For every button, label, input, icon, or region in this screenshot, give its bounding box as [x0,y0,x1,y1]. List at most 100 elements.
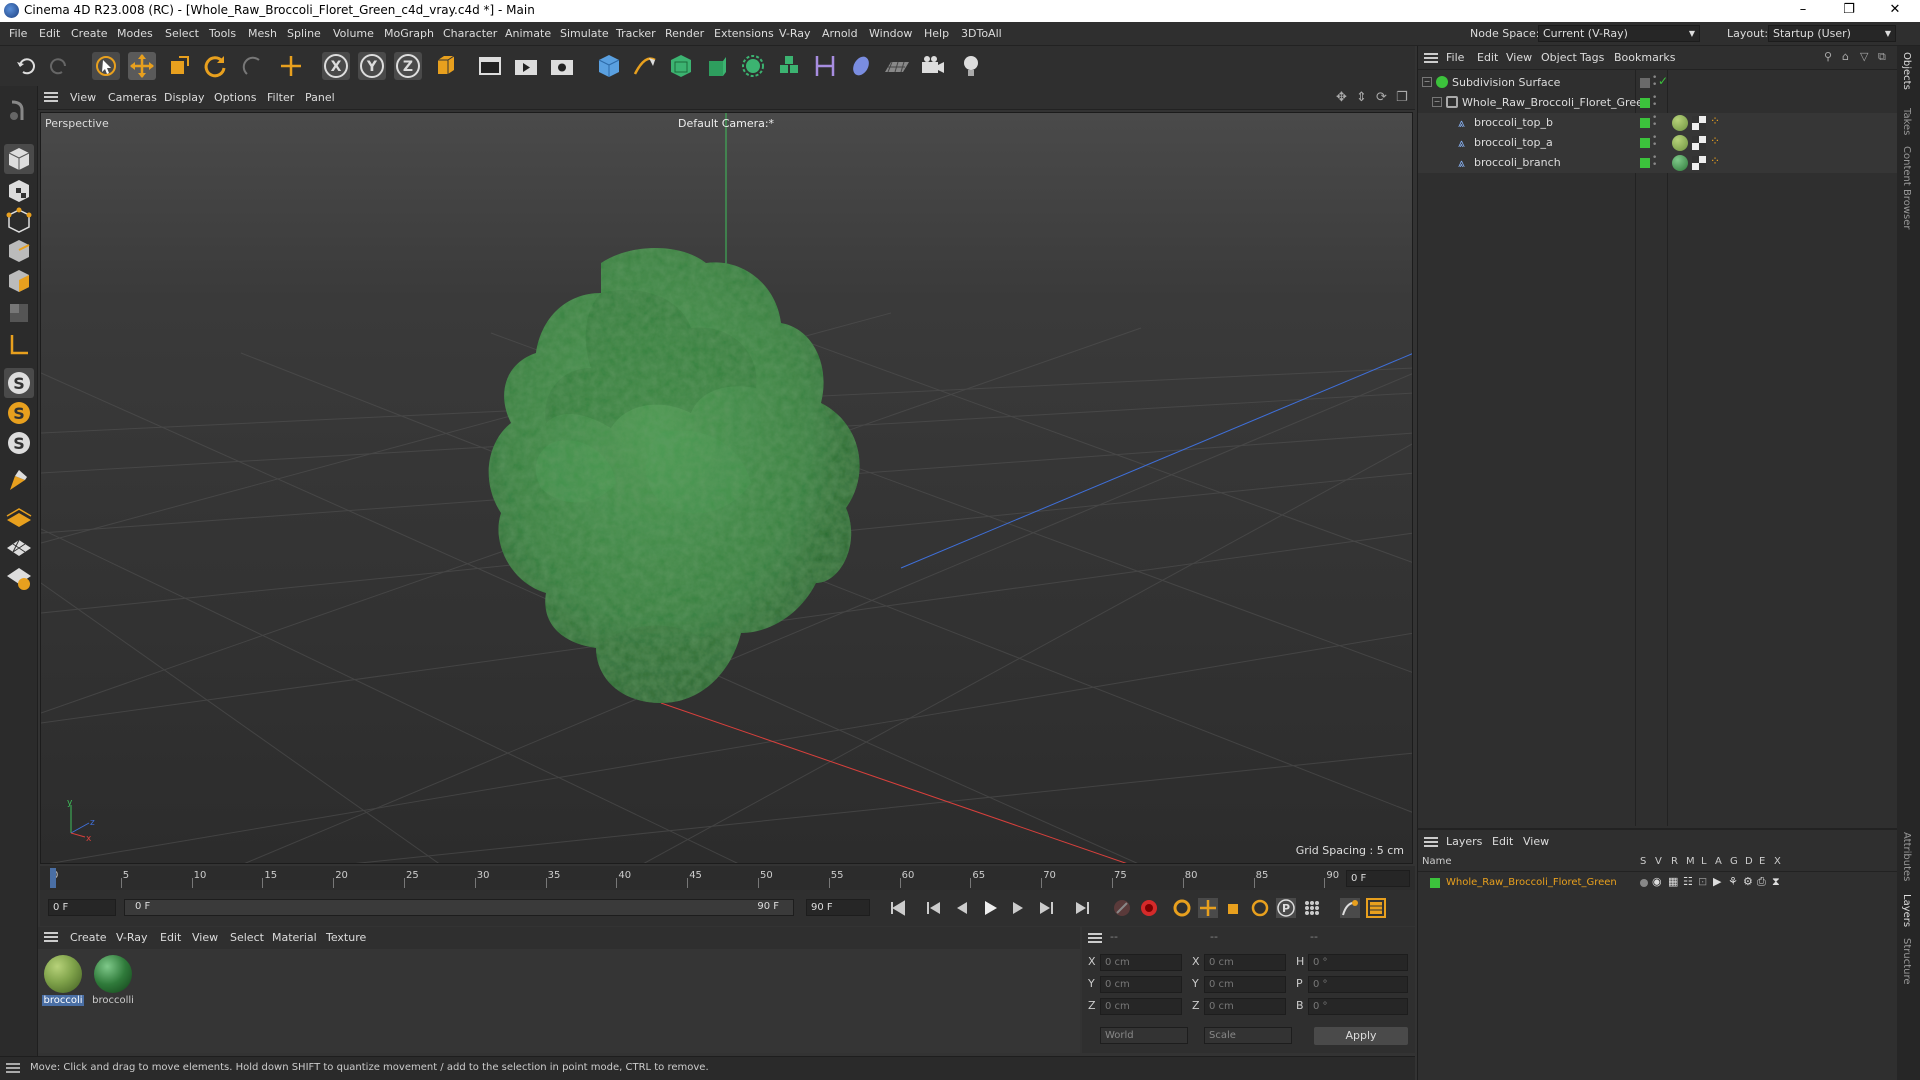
layer-name-column[interactable]: Name [1422,856,1452,867]
layer-flag-solo[interactable]: S [1640,856,1646,867]
hamburger-icon[interactable] [1424,837,1438,839]
maximize-view-icon[interactable]: ❐ [1396,90,1408,105]
viewport-menu-cameras[interactable]: Cameras [108,91,157,104]
rotation-b-field[interactable]: 0 ° [1308,998,1408,1015]
y-axis-lock-button[interactable]: Y [358,52,386,80]
tab-layers[interactable]: Layers [1901,894,1912,927]
position-z-field[interactable]: 0 cm [1100,998,1182,1015]
deformer-icon[interactable]: ⚙ [1743,875,1753,888]
visibility-dots-icon[interactable]: • • [1652,134,1657,150]
apply-button[interactable]: Apply [1314,1027,1408,1045]
material-menu-view[interactable]: View [192,931,218,944]
layout-select[interactable]: Startup (User) ▼ [1768,25,1896,42]
menu-window[interactable]: Window [869,27,912,40]
uvw-tag-icon[interactable] [1692,136,1706,150]
go-to-start-button[interactable] [888,898,908,918]
generator-icon[interactable]: ⚘ [1728,875,1738,888]
tab-attributes[interactable]: Attributes [1901,832,1912,881]
autokey-button[interactable] [1139,898,1159,918]
collapse-icon[interactable]: − [1422,77,1432,87]
objects-menu-tags[interactable]: Tags [1580,51,1604,64]
key-rotation-button[interactable] [1250,898,1270,918]
material-tag-icon[interactable] [1672,135,1688,151]
polygons-mode-button[interactable] [4,266,34,296]
menu-mograph[interactable]: MoGraph [384,27,434,40]
object-row-broccoli-group[interactable]: − Whole_Raw_Broccoli_Floret_Green • • [1418,93,1897,113]
key-parameter-button[interactable]: P [1276,898,1296,918]
menu-select[interactable]: Select [165,27,199,40]
zoom-view-icon[interactable]: ⇕ [1356,90,1367,105]
enabled-check-icon[interactable]: ✓ [1658,74,1668,88]
new-window-icon[interactable]: ⧉ [1878,50,1886,64]
search-icon[interactable]: ⚲ [1824,50,1832,63]
floor-button[interactable] [883,52,911,80]
menu-3dtoall[interactable]: 3DToAll [961,27,1002,40]
play-button[interactable] [980,898,1000,918]
hamburger-icon[interactable] [1088,933,1102,935]
objects-menu-bookmarks[interactable]: Bookmarks [1614,51,1675,64]
coordinate-system-button[interactable] [432,52,460,80]
layer-color-swatch[interactable] [1640,118,1650,128]
record-off-button[interactable] [1112,898,1132,918]
render-icon[interactable]: ▦ [1668,875,1678,888]
menu-animate[interactable]: Animate [505,27,551,40]
pan-view-icon[interactable]: ✥ [1336,90,1347,105]
timeline-ruler[interactable]: 051015202530354045505560657075808590 0 F [40,866,1415,890]
menu-extensions[interactable]: Extensions [714,27,774,40]
cloner-button[interactable] [739,52,767,80]
environment-button[interactable] [847,52,875,80]
maximize-button[interactable]: ❐ [1826,0,1872,22]
broccoli-model[interactable] [488,248,860,703]
key-scale-button[interactable] [1224,898,1244,918]
layers-menu-layers[interactable]: Layers [1446,835,1482,848]
coordinate-space-select[interactable]: World [1100,1027,1188,1044]
menu-simulate[interactable]: Simulate [560,27,609,40]
mograph-fracture-button[interactable] [775,52,803,80]
rotate-view-icon[interactable]: ⟳ [1376,90,1387,105]
points-mode-button[interactable] [4,206,34,236]
uvw-tag-icon[interactable] [1692,116,1706,130]
move-tool-button[interactable] [128,52,156,80]
size-x-field[interactable]: 0 cm [1204,954,1286,971]
key-point-level-button[interactable] [1302,898,1322,918]
snap-settings-button[interactable]: S [4,398,34,428]
node-space-select[interactable]: Current (V-Ray) ▼ [1538,25,1700,42]
solo-dot-icon[interactable] [1640,879,1648,887]
layer-flag-generators[interactable]: G [1730,856,1738,867]
layer-flag-manager[interactable]: M [1686,856,1695,867]
model-mode-button[interactable] [4,144,34,174]
light-button[interactable] [957,52,985,80]
material-menu-material[interactable]: Material [272,931,317,944]
end-frame-field[interactable]: 90 F [806,899,870,916]
layer-flag-locked[interactable]: L [1701,856,1707,867]
menu-create[interactable]: Create [71,27,108,40]
layer-flag-animation[interactable]: A [1715,856,1722,867]
position-x-field[interactable]: 0 cm [1100,954,1182,971]
tab-structure[interactable]: Structure [1901,938,1912,985]
hamburger-icon[interactable] [6,1063,20,1065]
spline-pen-button[interactable] [631,52,659,80]
menu-modes[interactable]: Modes [117,27,153,40]
layer-flag-xref[interactable]: X [1774,856,1781,867]
objects-menu-view[interactable]: View [1506,51,1532,64]
rotate-tool-button[interactable] [201,52,229,80]
menu-vray[interactable]: V-Ray [779,27,811,40]
layer-color-swatch[interactable] [1430,878,1440,888]
menu-character[interactable]: Character [443,27,497,40]
manager-icon[interactable]: ☷ [1683,875,1693,888]
next-frame-button[interactable] [1008,898,1028,918]
next-keyframe-button[interactable] [1036,898,1056,918]
rotation-h-field[interactable]: 0 ° [1308,954,1408,971]
motion-paths-button[interactable] [1340,898,1360,918]
layer-color-swatch[interactable] [1640,98,1650,108]
previous-frame-button[interactable] [952,898,972,918]
uv-mode-button[interactable] [4,298,34,328]
z-axis-lock-button[interactable]: Z [394,52,422,80]
objects-menu-object[interactable]: Object [1541,51,1577,64]
texture-tag-icon[interactable]: ⁘ [1710,134,1720,148]
redo-button[interactable] [45,52,73,80]
position-y-field[interactable]: 0 cm [1100,976,1182,993]
object-row-broccoli-top-b[interactable]: ⩓ broccoli_top_b • • ⁘ [1418,113,1897,133]
start-frame-field[interactable]: 0 F [48,899,116,916]
edges-mode-button[interactable] [4,236,34,266]
